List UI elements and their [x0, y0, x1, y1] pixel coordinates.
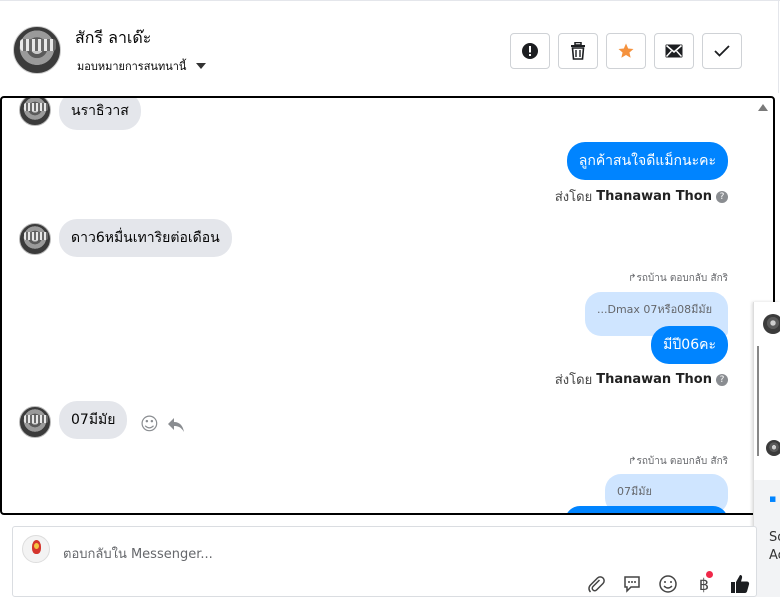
help-icon[interactable]: ? [716, 373, 728, 386]
outgoing-message-partial[interactable] [565, 506, 728, 513]
app-root: สักรี ลาเด๊ะ มอบหมายการสนทนานี้ นราธิวาส… [0, 0, 780, 597]
divider [778, 1, 779, 93]
payment-button[interactable]: ฿ [693, 571, 715, 595]
delete-button[interactable] [558, 33, 598, 69]
outgoing-message[interactable]: มีปี06คะ [651, 326, 728, 364]
message-composer: ตอบกลับใน Messenger... ฿ [12, 526, 757, 597]
assign-conversation-dropdown[interactable]: มอบหมายการสนทนานี้ [77, 57, 207, 75]
sent-by-name: Thanawan Thon [596, 189, 712, 204]
checkmark-icon [714, 45, 730, 57]
contact-avatar[interactable] [13, 26, 61, 74]
star-button[interactable] [606, 33, 646, 69]
peek-text-1: So [769, 530, 780, 545]
alert-icon [522, 43, 538, 59]
reply-input[interactable]: ตอบกลับใน Messenger... [63, 543, 213, 564]
incoming-message[interactable]: ดาว6หมื่นเทาริยต่อเดือน [59, 219, 232, 257]
peek-icon: ▪ [769, 492, 777, 505]
reply-icon[interactable] [167, 417, 185, 433]
reply-arrow-icon: ↱ [628, 456, 637, 467]
conversation-header: สักรี ลาเด๊ะ มอบหมายการสนทนานี้ [0, 0, 780, 93]
mark-done-button[interactable] [702, 33, 742, 69]
like-button[interactable] [729, 573, 751, 595]
outgoing-message[interactable]: ลูกค้าสนใจดีแม็กนะคะ [566, 142, 728, 180]
side-panel-peek[interactable]: ▪ So Ac [753, 302, 780, 597]
composer-tools: ฿ [585, 571, 751, 595]
reply-arrow-icon: ↱ [628, 273, 637, 284]
peek-divider [757, 346, 759, 456]
sent-by-prefix: ส่งโดย [554, 190, 593, 205]
message-thread[interactable]: นราธิวาส ลูกค้าสนใจดีแม็กนะคะ ส่งโดย Tha… [0, 96, 775, 515]
notification-dot [706, 571, 713, 578]
smiley-icon[interactable]: ☺ [140, 414, 159, 435]
reply-note: ↱รถบ้าน ตอบกลับ สักริ [628, 273, 728, 284]
envelope-icon [665, 44, 683, 58]
thumbs-up-icon [731, 575, 750, 593]
saved-replies-button[interactable] [621, 573, 643, 595]
peek-text-2: Ac [769, 548, 780, 563]
reply-note: ↱รถบ้าน ตอบกลับ สักริ [628, 456, 728, 467]
peek-avatar [763, 314, 780, 334]
star-icon [618, 43, 634, 58]
header-actions [510, 33, 742, 69]
sent-by-prefix: ส่งโดย [554, 373, 593, 388]
peek-avatar [766, 440, 780, 456]
sent-by-name: Thanawan Thon [596, 372, 712, 387]
help-icon[interactable]: ? [716, 190, 728, 203]
chat-bubble-icon [624, 576, 640, 593]
sent-by-label: ส่งโดย Thanawan Thon ? [555, 369, 728, 390]
sender-avatar [19, 406, 51, 438]
contact-name[interactable]: สักรี ลาเด๊ะ [75, 26, 151, 51]
incoming-message[interactable]: 07มีมัย [59, 401, 128, 439]
caret-down-icon [196, 63, 207, 69]
emoji-icon [659, 575, 677, 593]
mark-unread-button[interactable] [654, 33, 694, 69]
sent-by-label: ส่งโดย Thanawan Thon ? [555, 186, 728, 207]
sender-avatar [19, 223, 51, 255]
scroll-up-arrow-icon[interactable] [758, 104, 768, 111]
page-avatar [22, 535, 50, 563]
message-actions: ☺ [140, 414, 185, 435]
assign-label: มอบหมายการสนทนานี้ [77, 60, 187, 73]
sender-avatar [19, 98, 51, 126]
mark-spam-button[interactable] [510, 33, 550, 69]
attach-button[interactable] [585, 573, 607, 595]
emoji-button[interactable] [657, 573, 679, 595]
paperclip-icon [588, 576, 605, 593]
trash-icon [571, 42, 585, 60]
incoming-message[interactable]: นราธิวาส [59, 98, 141, 130]
